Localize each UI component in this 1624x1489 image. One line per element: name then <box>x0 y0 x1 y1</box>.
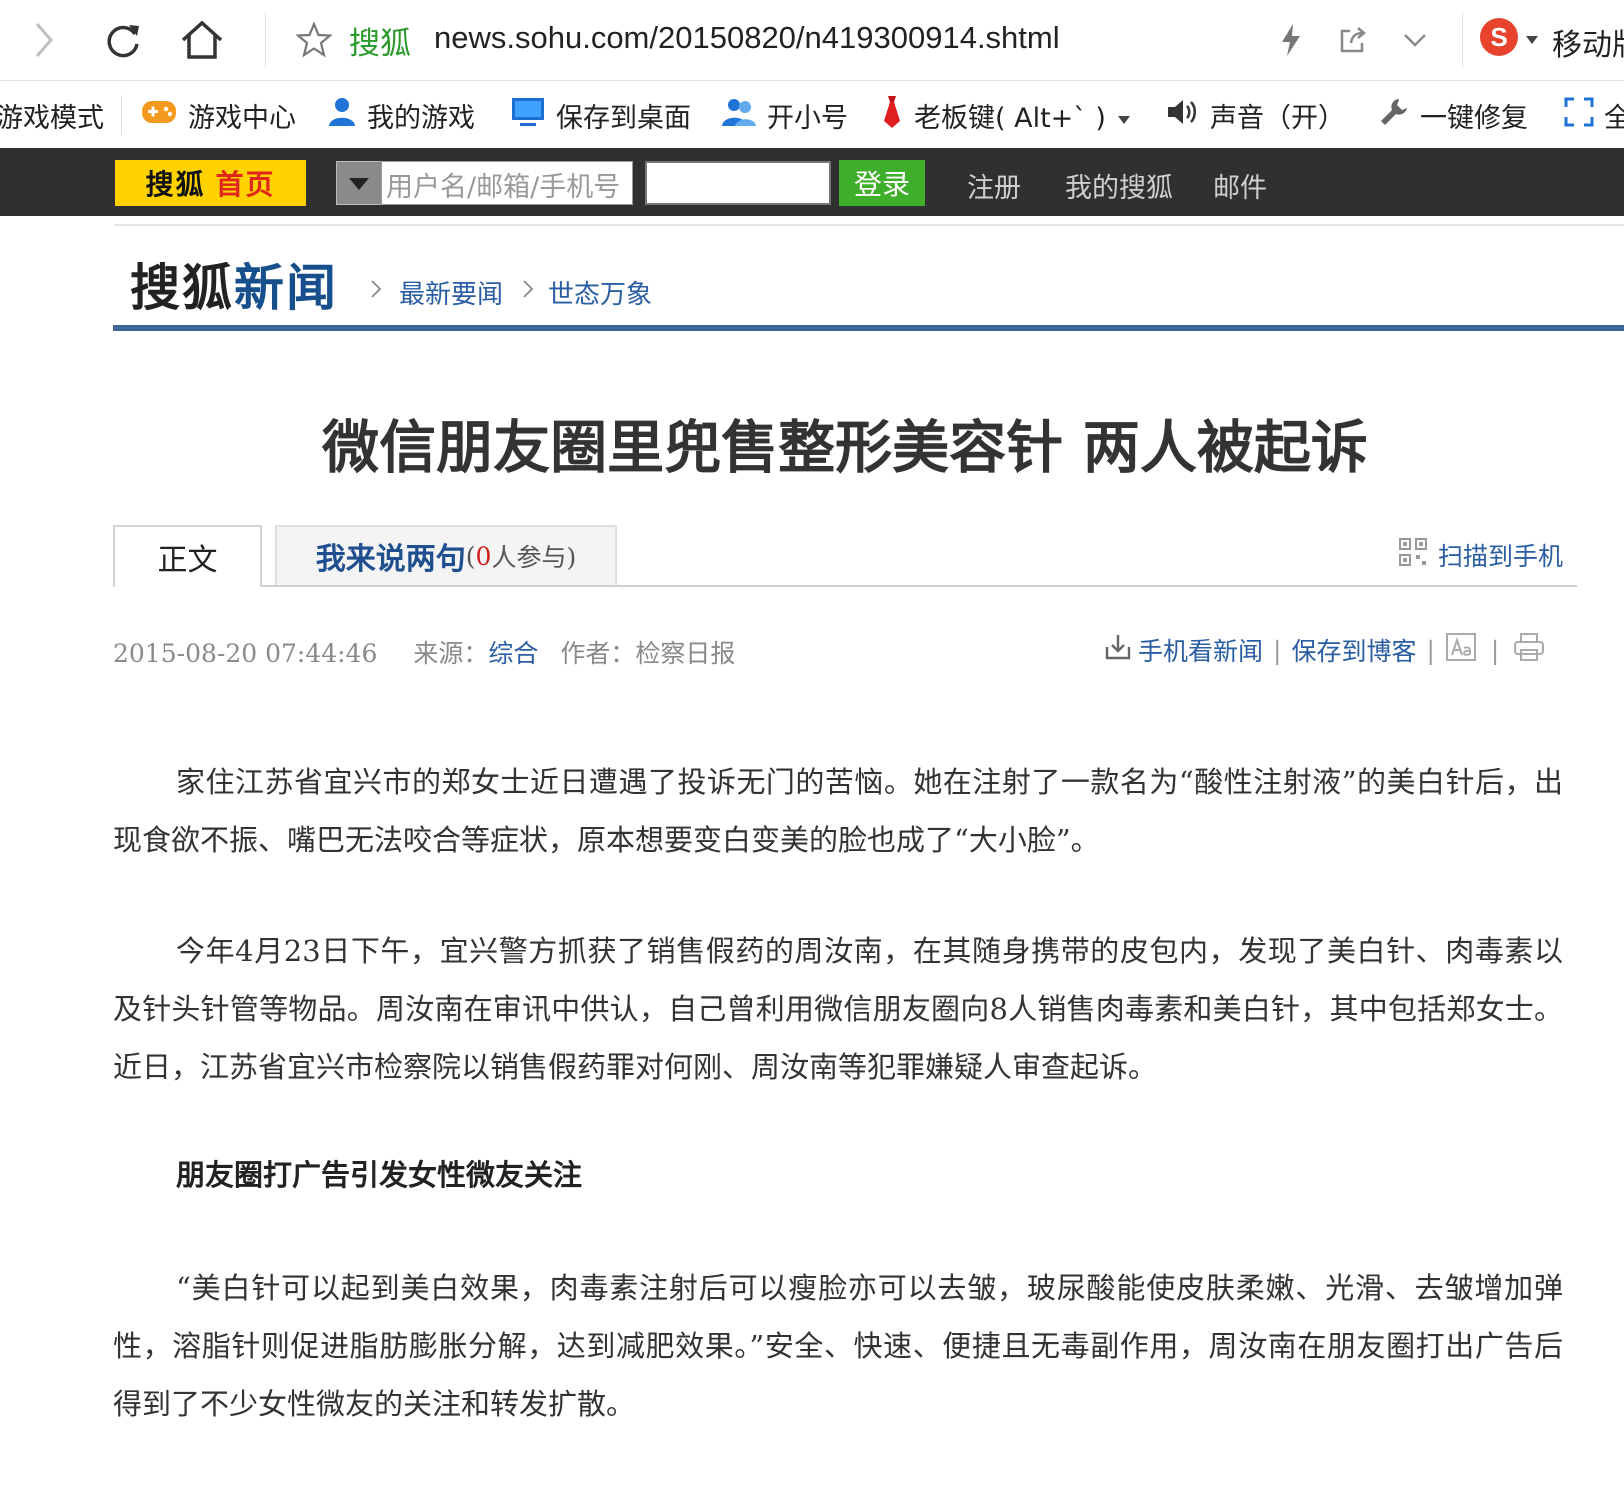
comments-count: 0 <box>475 541 492 571</box>
toolbar-my-games[interactable]: 我的游戏 <box>327 96 475 135</box>
toolbar-boss-key[interactable]: 老板键( Alt+` ) <box>880 95 1130 136</box>
divider <box>114 224 1624 226</box>
print-icon[interactable] <box>1513 632 1545 668</box>
sohu-home-button[interactable]: 搜狐 首页 <box>115 160 306 206</box>
toolbar-item-label: 声音（开） <box>1210 102 1345 134</box>
divider: | <box>1426 635 1435 665</box>
download-phone-icon <box>1104 633 1132 667</box>
star-icon[interactable] <box>294 18 334 62</box>
logo-part-b: 新闻 <box>234 258 338 317</box>
tab-comments[interactable]: 我来说两句(0 人参与) <box>275 525 617 585</box>
wrench-icon <box>1378 96 1410 135</box>
mobile-news-link[interactable]: 手机看新闻 <box>1138 632 1263 668</box>
toolbar-item-label: 一键修复 <box>1420 102 1528 134</box>
toolbar-item-label: 我的游戏 <box>367 102 475 134</box>
breadcrumb-latest[interactable]: 最新要闻 <box>399 274 503 311</box>
toolbar-item-label: 游戏中心 <box>188 102 296 134</box>
save-blog-link[interactable]: 保存到博客 <box>1291 632 1416 668</box>
login-button[interactable]: 登录 <box>839 160 925 206</box>
toolbar-game-mode[interactable]: 游戏模式 <box>0 97 104 134</box>
toolbar-item-label: 老板键( Alt+` ) <box>914 102 1106 134</box>
browser-toolbar: 游戏模式 游戏中心 我的游戏 保存到桌面 开小号 老板键( Alt+` ) 声音… <box>0 81 1624 147</box>
author-label: 作者： <box>560 639 636 668</box>
publish-date: 2015-08-20 07:44:46 <box>113 639 378 668</box>
username-input[interactable]: 用户名/邮箱/手机号 <box>381 161 633 205</box>
article-tools: 手机看新闻 | 保存到博客 | | <box>1104 632 1545 668</box>
divider: | <box>1490 635 1500 665</box>
article-subheading: 朋友圈打广告引发女性微友关注 <box>176 1158 583 1192</box>
article-paragraph: 今年4月23日下午，宜兴警方抓获了销售假药的周汝南，在其随身携带的皮包内，发现了… <box>113 934 1563 1084</box>
article-title: 微信朋友圈里兜售整形美容针 两人被起诉 <box>322 414 1368 481</box>
fullscreen-icon <box>1564 97 1594 134</box>
article-paragraph: “美白针可以起到美白效果，肉毒素注射后可以瘦脸亦可以去皱，玻尿酸能使皮肤柔嫩、光… <box>113 1271 1563 1421</box>
breadcrumb-society[interactable]: 世态万象 <box>548 274 652 311</box>
toolbar-fullscreen[interactable]: 全 <box>1564 97 1624 134</box>
site-label: 搜狐 <box>349 26 411 62</box>
comments-open-paren: ( <box>465 541 476 571</box>
sohu-top-bar: 搜狐 首页 用户名/邮箱/手机号 登录 注册 我的搜狐 邮件 <box>0 148 1624 216</box>
qr-code-icon <box>1398 537 1428 573</box>
tab-article[interactable]: 正文 <box>113 525 262 587</box>
header-rule <box>113 325 1624 331</box>
toolbar-item-label: 全 <box>1604 102 1624 134</box>
source-label: 来源： <box>413 639 489 668</box>
font-size-icon[interactable] <box>1445 632 1477 668</box>
sohu-news-logo[interactable]: 搜狐新闻 <box>130 248 338 320</box>
caret-down-icon[interactable] <box>1522 18 1542 62</box>
chevron-right-icon <box>369 278 383 306</box>
scan-to-phone[interactable]: 扫描到手机 <box>1398 537 1563 573</box>
monitor-icon <box>510 96 546 135</box>
password-input[interactable] <box>645 161 831 205</box>
toolbar-item-label: 保存到桌面 <box>556 102 691 134</box>
sogou-logo-icon[interactable]: S <box>1480 18 1518 56</box>
source-link[interactable]: 综合 <box>488 639 538 668</box>
chevron-down-icon[interactable] <box>1398 18 1432 62</box>
article-paragraph: 家住江苏省宜兴市的郑女士近日遭遇了投诉无门的苦恼。她在注射了一款名为“酸性注射液… <box>113 765 1563 857</box>
author-name: 检察日报 <box>635 639 736 668</box>
refresh-icon[interactable] <box>100 18 146 62</box>
caret-down-icon[interactable] <box>1117 100 1130 131</box>
users-icon <box>721 96 757 135</box>
toolbar-sound[interactable]: 声音（开） <box>1166 97 1345 134</box>
browser-address-bar: 搜狐 news.sohu.com/20150820/n419300914.sht… <box>0 0 1624 81</box>
forward-icon[interactable] <box>26 18 62 62</box>
speaker-icon <box>1166 97 1200 134</box>
user-icon <box>327 96 357 135</box>
lightning-icon[interactable] <box>1276 18 1306 62</box>
share-icon[interactable] <box>1336 18 1370 62</box>
home-label-a: 搜狐 <box>145 168 206 201</box>
toolbar-item-label: 开小号 <box>767 102 848 134</box>
toolbar-game-center[interactable]: 游戏中心 <box>140 97 296 134</box>
login-type-dropdown[interactable] <box>336 161 382 205</box>
url-field[interactable]: news.sohu.com/20150820/n419300914.shtml <box>434 20 1060 56</box>
gamepad-icon <box>140 98 178 133</box>
tab-underline <box>113 585 1577 587</box>
toolbar-one-click-fix[interactable]: 一键修复 <box>1378 96 1528 135</box>
tie-icon <box>880 95 904 136</box>
mail-link[interactable]: 邮件 <box>1213 166 1267 205</box>
scan-label: 扫描到手机 <box>1438 542 1564 571</box>
toolbar-item-label: 游戏模式 <box>0 102 104 134</box>
toolbar-alt-account[interactable]: 开小号 <box>721 96 848 135</box>
my-sohu-link[interactable]: 我的搜狐 <box>1065 166 1173 205</box>
home-label-b: 首页 <box>215 168 276 201</box>
toolbar-save-desktop[interactable]: 保存到桌面 <box>510 96 691 135</box>
home-icon[interactable] <box>178 18 226 62</box>
mobile-version-link[interactable]: 移动版 <box>1552 20 1624 64</box>
register-link[interactable]: 注册 <box>967 166 1021 205</box>
article-meta: 2015-08-20 07:44:46 来源：综合 作者：检察日报 <box>113 634 735 670</box>
divider: | <box>1273 635 1282 665</box>
chevron-right-icon <box>521 278 535 306</box>
comments-label: 我来说两句 <box>315 542 466 577</box>
logo-part-a: 搜狐 <box>130 258 234 317</box>
comments-suffix: 人参与) <box>491 543 577 572</box>
